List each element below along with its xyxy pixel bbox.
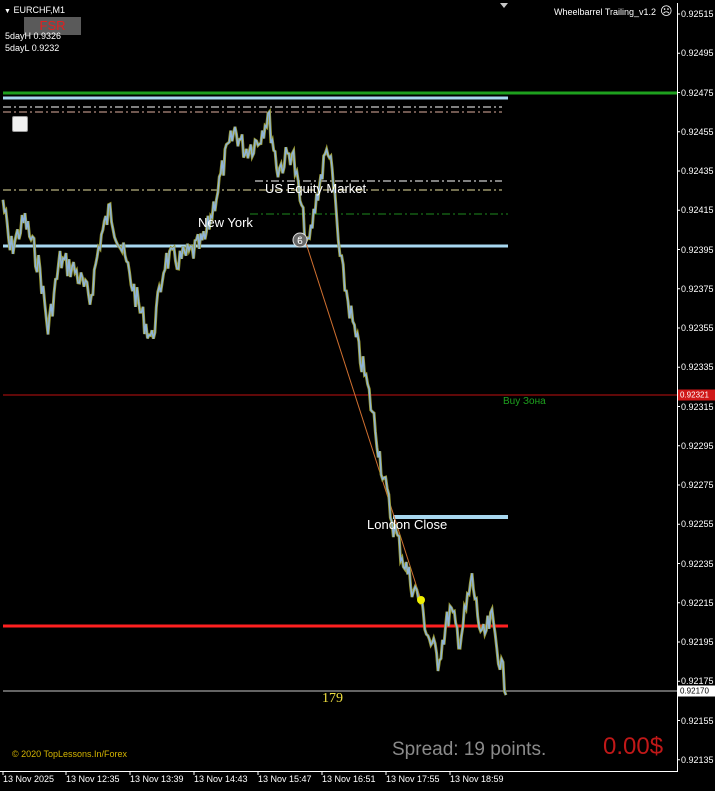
dropdown-arrow-icon[interactable]: ▼: [4, 8, 11, 15]
y-tick-label: 0.92315: [681, 401, 714, 412]
buy-zone-label: Buy Зона: [503, 396, 546, 407]
us-equity-label: US Equity Market: [265, 181, 367, 196]
y-tick-label: 0.92395: [681, 244, 714, 255]
y-tick-label: 0.92155: [681, 715, 714, 726]
y-tick-label: 0.92515: [681, 9, 714, 19]
x-tick-label: 13 Nov 14:43: [194, 774, 248, 784]
toggle-checkbox[interactable]: [12, 116, 28, 132]
y-tick-label: 0.92215: [681, 597, 714, 608]
y-tick-label: 0.92255: [681, 519, 714, 530]
copyright-text: © 2020 TopLessons.In/Forex: [12, 749, 128, 759]
five-day-low: 5dayL 0.9232: [5, 43, 60, 53]
entry-marker-glyph: ϐ: [297, 236, 303, 247]
x-tick-label: 13 Nov 12:35: [66, 774, 120, 784]
indicator-name: Wheelbarrel Trailing_v1.2: [554, 7, 657, 17]
new-york-label: New York: [198, 215, 253, 230]
y-tick-label: 0.92275: [681, 480, 714, 490]
spread-text: Spread: 19 points.: [392, 739, 547, 760]
x-tick-label: 13 Nov 2025: [3, 774, 55, 784]
x-tick-label: 13 Nov 18:59: [450, 774, 504, 784]
y-tick-label: 0.92335: [681, 362, 714, 373]
price-series-shadow: [1, 108, 508, 696]
x-tick-label: 13 Nov 15:47: [258, 774, 312, 784]
bar-counter: 179: [322, 691, 343, 706]
price-chart[interactable]: ϐ: [0, 0, 715, 791]
y-tick-label: 0.92135: [681, 754, 714, 765]
buy-zone-price-tag: 0.92321: [678, 389, 715, 401]
price-series: [2, 109, 507, 696]
y-tick-label: 0.92455: [681, 126, 714, 137]
symbol-text: EURCHF,M1: [13, 5, 65, 15]
y-tick-label: 0.92295: [681, 440, 714, 451]
x-tick-label: 13 Nov 16:51: [322, 774, 376, 784]
y-tick-label: 0.92195: [681, 637, 714, 647]
y-tick-label: 0.92355: [681, 323, 714, 333]
x-tick-label: 13 Nov 17:55: [386, 774, 440, 784]
x-tick-label: 13 Nov 13:39: [130, 774, 184, 784]
profit-text: 0.00$: [603, 733, 664, 760]
yellow-dot[interactable]: [417, 596, 425, 604]
five-day-high: 5dayH 0.9326: [5, 31, 62, 41]
smiley-icon[interactable]: ☹: [660, 4, 673, 18]
current-price-tag: 0.92170: [678, 685, 715, 697]
y-tick-label: 0.92375: [681, 283, 714, 294]
y-tick-label: 0.92435: [681, 166, 714, 176]
symbol-label: ▼ EURCHF,M1: [4, 5, 65, 15]
y-tick-label: 0.92235: [681, 558, 714, 569]
london-close-label: London Close: [367, 517, 448, 532]
y-tick-label: 0.92415: [681, 205, 714, 216]
y-tick-label: 0.92475: [681, 87, 714, 98]
trend-line[interactable]: [304, 239, 422, 601]
chart-shift-marker[interactable]: [500, 3, 508, 8]
y-tick-label: 0.92495: [681, 48, 714, 59]
y-tick-label: 0.92175: [681, 676, 714, 687]
